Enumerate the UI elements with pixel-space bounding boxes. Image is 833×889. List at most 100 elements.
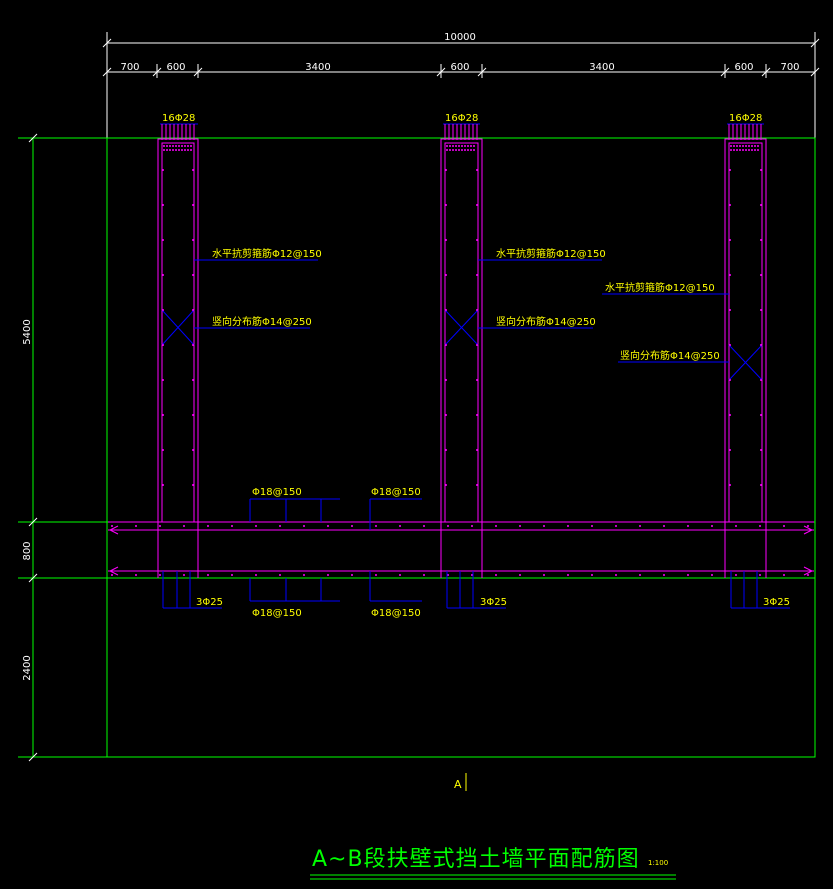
rebar-dot [729,484,731,486]
horiz-shear-note-2: 水平抗剪箍筋Φ12@150 [496,247,606,260]
bot-bar-note-2: 3Φ25 [480,597,507,608]
rebar-dot [162,204,164,206]
drawing-title: A~B段扶壁式挡土墙平面配筋图 [312,847,640,872]
rebar-dot [445,449,447,451]
rebar-dot [476,309,478,311]
rebar-dot [464,145,466,147]
rebar-dot [467,145,469,147]
rebar-dot [476,484,478,486]
col-rebar-label-3: 16Φ28 [729,113,762,124]
rebar-dot [663,574,665,576]
rebar-dot [135,574,137,576]
rebar-dot [375,525,377,527]
rebar-dot [736,149,738,151]
rebar-dot [184,149,186,151]
rebar-dot [375,574,377,576]
dim-seg-6: 600 [734,62,753,73]
rebar-dot [445,274,447,276]
dim-left-2: 800 [22,541,33,560]
rebar-dot [279,574,281,576]
rebar-dot [729,379,731,381]
rebar-dot [470,149,472,151]
rebar-dot [183,574,185,576]
rebar-dot [162,309,164,311]
rebar-dot [192,344,194,346]
rebar-dot [729,239,731,241]
rebar-dot [162,274,164,276]
rebar-dot [495,574,497,576]
rebar-dot [455,149,457,151]
rebar-dot [399,525,401,527]
rebar-dot [162,379,164,381]
rebar-dot [192,239,194,241]
rebar-dot [760,309,762,311]
rebar-dot [166,145,168,147]
rebar-dot [452,149,454,151]
rebar-dot [759,574,761,576]
rebar-dot [461,145,463,147]
rebar-dot [163,145,165,147]
rebar-dot [567,525,569,527]
rebar-dot [476,449,478,451]
top-slab-note-1: Φ18@150 [252,487,302,498]
rebar-dot [187,145,189,147]
rebar-dot [181,145,183,147]
col-rebar-label-1: 16Φ28 [162,113,195,124]
rebar-dot [730,145,732,147]
rebar-dot [591,525,593,527]
rebar-dot [476,344,478,346]
rebar-dot [192,169,194,171]
rebar-dot [473,149,475,151]
rebar-dot [639,574,641,576]
drawing-scale: 1:100 [648,859,668,867]
rebar-dot [184,145,186,147]
rebar-dot [760,484,762,486]
col-rebar-label-2: 16Φ28 [445,113,478,124]
rebar-dot [476,379,478,381]
rebar-dot [445,239,447,241]
rebar-dot [190,145,192,147]
rebar-dot [327,525,329,527]
rebar-dot [445,344,447,346]
rebar-dot [162,449,164,451]
rebar-dot [159,574,161,576]
dim-left-1: 5400 [22,319,33,344]
rebar-dot [711,525,713,527]
rebar-dot [445,379,447,381]
rebar-dot [423,574,425,576]
rebar-dot [760,239,762,241]
rebar-dot [739,145,741,147]
rebar-dot [742,149,744,151]
rebar-dot [639,525,641,527]
rebar-dot [729,204,731,206]
rebar-dot [470,145,472,147]
rebar-dot [231,574,233,576]
rebar-dot [729,274,731,276]
rebar-dot [476,239,478,241]
rebar-dot [760,169,762,171]
dim-seg-7: 700 [780,62,799,73]
rebar-dot [192,379,194,381]
rebar-dot [754,145,756,147]
rebar-dot [169,145,171,147]
dim-seg-2: 600 [166,62,185,73]
horiz-shear-note-1: 水平抗剪箍筋Φ12@150 [212,247,322,260]
rebar-dot [445,309,447,311]
rebar-dot [729,414,731,416]
rebar-dot [760,204,762,206]
rebar-dot [192,484,194,486]
rebar-dot [760,414,762,416]
rebar-dot [519,525,521,527]
bot-slab-note-2: Φ18@150 [371,608,421,619]
rebar-dot [760,449,762,451]
rebar-dot [733,149,735,151]
rebar-dot [476,414,478,416]
dim-total: 10000 [444,32,476,43]
rebar-dot [172,149,174,151]
rebar-dot [192,204,194,206]
rebar-dot [735,525,737,527]
rebar-dot [449,149,451,151]
rebar-dot [757,145,759,147]
rebar-dot [445,414,447,416]
rebar-dot [175,149,177,151]
